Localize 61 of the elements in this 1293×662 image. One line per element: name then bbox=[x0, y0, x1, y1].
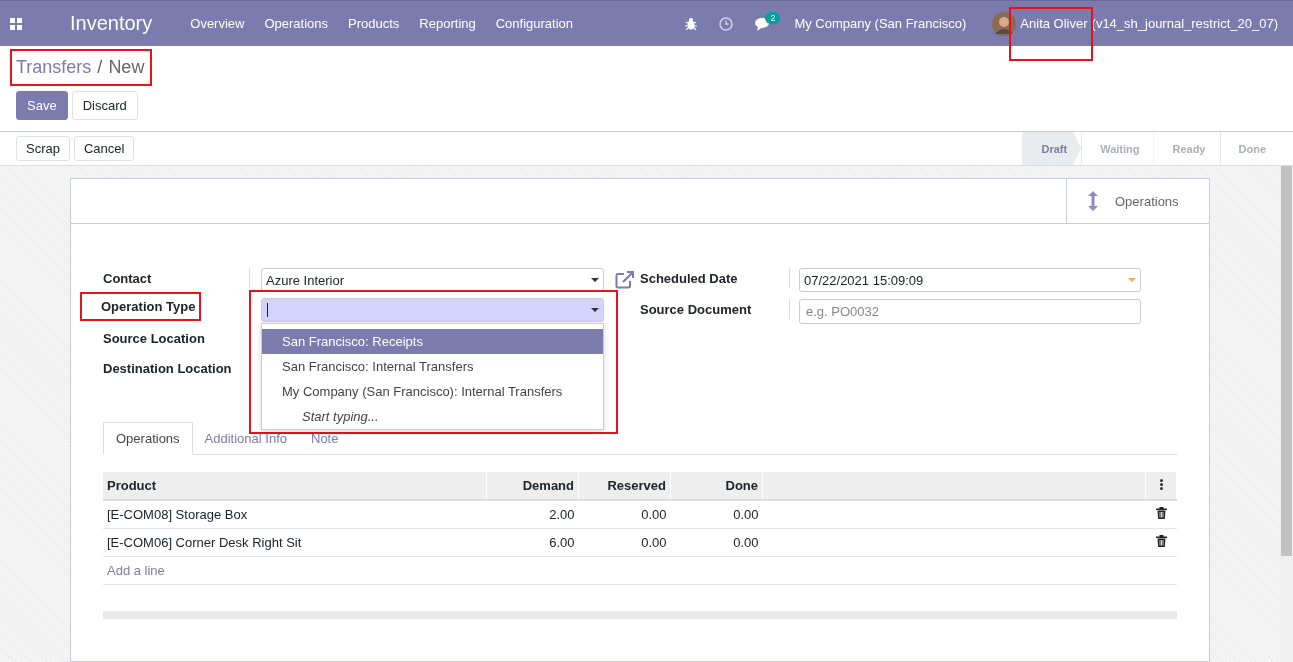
user-avatar-icon[interactable] bbox=[992, 11, 1017, 36]
column-header[interactable]: Demand bbox=[486, 472, 579, 500]
menu-item[interactable]: Operations bbox=[264, 16, 329, 31]
apps-menu-icon[interactable] bbox=[10, 17, 22, 30]
menu-item[interactable]: Configuration bbox=[495, 16, 574, 31]
trash-icon[interactable] bbox=[1155, 507, 1167, 519]
external-link-icon[interactable] bbox=[615, 271, 635, 289]
status-step[interactable]: Ready bbox=[1153, 132, 1220, 165]
action-button[interactable]: Cancel bbox=[73, 136, 135, 161]
caret-icon bbox=[591, 308, 599, 312]
date-field[interactable]: 07/22/2021 15:09:09 bbox=[799, 268, 1141, 292]
scrollbar[interactable] bbox=[1280, 166, 1293, 662]
menu-item[interactable]: Reporting bbox=[419, 16, 476, 31]
database-name: (v14_sh_journal_restrict_20_07) bbox=[1091, 16, 1278, 31]
field-label: Scheduled Date bbox=[640, 270, 738, 288]
field-label: Destination Location bbox=[103, 360, 232, 378]
table-cell: 0.00 bbox=[670, 500, 763, 529]
column-header[interactable]: Reserved bbox=[578, 472, 671, 500]
status-step[interactable]: Waiting bbox=[1081, 132, 1154, 165]
breadcrumb-current: New bbox=[108, 57, 145, 78]
app-title[interactable]: Inventory bbox=[70, 12, 153, 35]
clock-icon[interactable] bbox=[719, 16, 734, 31]
menu-item[interactable]: Products bbox=[348, 16, 400, 31]
table-cell: [E-COM08] Storage Box bbox=[103, 500, 487, 529]
notebook-tab[interactable]: Operations bbox=[103, 422, 193, 455]
table-cell: 0.00 bbox=[670, 528, 763, 557]
text-field[interactable]: e.g. PO0032 bbox=[799, 299, 1141, 324]
add-line-link[interactable]: Add a line bbox=[107, 563, 165, 578]
table-cell: 0.00 bbox=[578, 500, 671, 529]
breadcrumb-separator: / bbox=[97, 57, 103, 78]
column-header[interactable]: Done bbox=[670, 472, 763, 500]
bug-icon[interactable] bbox=[685, 17, 698, 30]
table-cell: 0.00 bbox=[578, 528, 671, 557]
field-label: Source Location bbox=[103, 330, 205, 348]
table-cell: 2.00 bbox=[486, 500, 579, 529]
dropdown-option[interactable]: My Company (San Francisco): Internal Transfers bbox=[262, 379, 603, 404]
column-header[interactable]: Product bbox=[103, 472, 487, 500]
caret-icon bbox=[1128, 278, 1136, 282]
select-field[interactable] bbox=[261, 298, 604, 322]
message-count-badge: 2 bbox=[765, 11, 781, 24]
table-cell: 6.00 bbox=[486, 528, 579, 557]
user-name[interactable]: Anita Oliver bbox=[1020, 16, 1088, 31]
more-options-icon[interactable] bbox=[1159, 479, 1163, 490]
field-label: Source Document bbox=[640, 301, 752, 319]
menu-item[interactable]: Overview bbox=[190, 16, 245, 31]
action-button[interactable]: Scrap bbox=[16, 136, 70, 161]
dropdown-option[interactable]: San Francisco: Receipts bbox=[262, 329, 603, 354]
trash-icon[interactable] bbox=[1155, 535, 1167, 547]
field-label: Contact bbox=[103, 270, 152, 288]
save-button[interactable]: Save bbox=[16, 91, 68, 120]
status-step[interactable]: Draft bbox=[1022, 132, 1082, 165]
table-cell: [E-COM06] Corner Desk Right Sit bbox=[103, 528, 487, 557]
company-switcher[interactable]: My Company (San Francisco) bbox=[794, 16, 967, 31]
breadcrumb-link[interactable]: Transfers bbox=[16, 57, 92, 78]
dropdown-option[interactable]: San Francisco: Internal Transfers bbox=[262, 354, 603, 379]
select-field[interactable]: Azure Interior bbox=[261, 268, 604, 292]
field-label: Operation Type bbox=[82, 294, 200, 319]
caret-icon bbox=[591, 278, 599, 282]
vertical-arrows-icon bbox=[1087, 190, 1099, 212]
status-step[interactable]: Done bbox=[1219, 132, 1280, 165]
discard-button[interactable]: Discard bbox=[71, 91, 138, 120]
